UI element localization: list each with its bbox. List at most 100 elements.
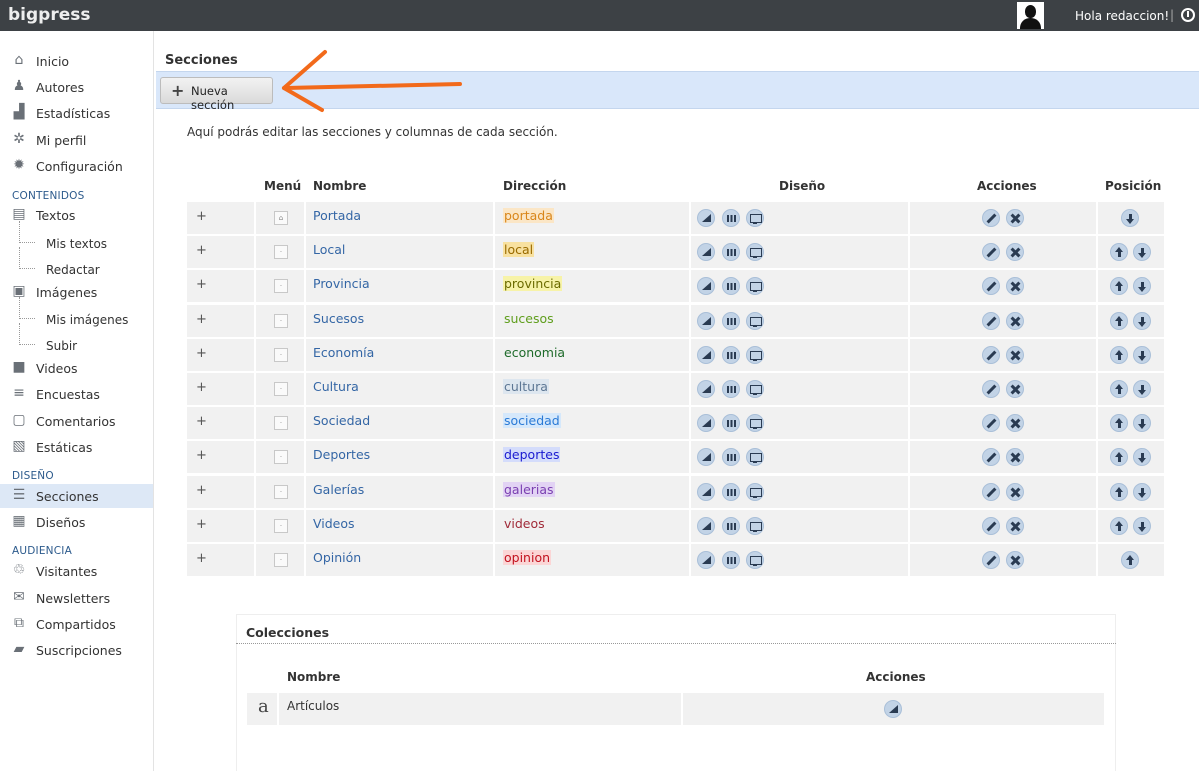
delete-icon[interactable]: [1006, 209, 1024, 227]
sidebar-item-newsletters[interactable]: ✉ Newsletters: [0, 586, 153, 610]
expand-row-icon[interactable]: +: [196, 209, 207, 224]
delete-icon[interactable]: [1006, 311, 1024, 330]
move-down-icon[interactable]: [1133, 482, 1151, 501]
sidebar-item-configuración[interactable]: ✹ Configuración: [0, 154, 153, 178]
monitor-icon[interactable]: [746, 482, 764, 501]
menu-toggle-checkbox[interactable]: ·: [274, 347, 288, 362]
monitor-icon[interactable]: [746, 516, 764, 535]
monitor-icon[interactable]: [746, 243, 764, 262]
delete-icon[interactable]: [1006, 414, 1024, 433]
sidebar-item-compartidos[interactable]: ⧉ Compartidos: [0, 612, 153, 636]
delete-icon[interactable]: [1006, 345, 1024, 364]
table-row[interactable]: + · Local local: [187, 236, 1164, 269]
design-layout-icon[interactable]: [697, 482, 715, 501]
collection-name[interactable]: Artículos: [287, 699, 339, 713]
monitor-icon[interactable]: [746, 448, 764, 467]
design-layout-icon[interactable]: [697, 311, 715, 330]
design-layout-icon[interactable]: [697, 380, 715, 398]
menu-toggle-checkbox[interactable]: ·: [274, 382, 288, 396]
monitor-icon[interactable]: [746, 380, 764, 398]
move-up-icon[interactable]: [1110, 414, 1128, 433]
delete-icon[interactable]: [1006, 448, 1024, 467]
delete-icon[interactable]: [1006, 551, 1024, 569]
edit-icon[interactable]: [982, 345, 1000, 364]
edit-icon[interactable]: [982, 414, 1000, 433]
sidebar-item-inicio[interactable]: ⌂ Inicio: [0, 49, 153, 73]
section-name-link[interactable]: Local: [313, 242, 345, 257]
move-down-icon[interactable]: [1133, 345, 1151, 364]
section-name-link[interactable]: Portada: [313, 208, 361, 223]
monitor-icon[interactable]: [746, 551, 764, 569]
expand-row-icon[interactable]: +: [196, 483, 207, 498]
expand-row-icon[interactable]: +: [196, 346, 207, 361]
move-up-icon[interactable]: [1110, 448, 1128, 467]
columns-icon[interactable]: [722, 516, 740, 535]
table-row[interactable]: a Artículos: [247, 693, 1104, 725]
edit-icon[interactable]: [982, 448, 1000, 467]
sidebar-subitem[interactable]: Subir: [0, 323, 153, 357]
table-row[interactable]: + · Cultura cultura: [187, 373, 1164, 405]
move-up-icon[interactable]: [1121, 551, 1139, 569]
columns-icon[interactable]: [722, 380, 740, 398]
sidebar-item-autores[interactable]: ♟ Autores: [0, 75, 153, 99]
move-up-icon[interactable]: [1110, 243, 1128, 262]
menu-toggle-checkbox[interactable]: ·: [274, 416, 288, 431]
columns-icon[interactable]: [722, 311, 740, 330]
brand-logo[interactable]: bigpress: [8, 5, 91, 25]
delete-icon[interactable]: [1006, 277, 1024, 296]
sidebar-item-comentarios[interactable]: ▢ Comentarios: [0, 409, 153, 433]
move-up-icon[interactable]: [1110, 345, 1128, 364]
monitor-icon[interactable]: [746, 277, 764, 296]
move-up-icon[interactable]: [1110, 277, 1128, 296]
menu-toggle-checkbox[interactable]: ·: [274, 484, 288, 499]
menu-toggle-checkbox[interactable]: ·: [274, 245, 288, 260]
avatar[interactable]: [1017, 2, 1044, 29]
edit-icon[interactable]: [982, 551, 1000, 569]
sidebar-item-estadísticas[interactable]: ▟ Estadísticas: [0, 101, 153, 125]
table-row[interactable]: + · Sucesos sucesos: [187, 304, 1164, 337]
design-layout-icon[interactable]: [697, 209, 715, 227]
move-down-icon[interactable]: [1133, 516, 1151, 535]
sidebar-item-videos[interactable]: ■ Videos: [0, 356, 153, 380]
menu-toggle-checkbox[interactable]: ·: [274, 553, 288, 567]
move-up-icon[interactable]: [1110, 380, 1128, 398]
sidebar-item-secciones[interactable]: ☰ Secciones: [0, 484, 153, 508]
sidebar-item-estáticas[interactable]: ▧ Estáticas: [0, 435, 153, 459]
expand-row-icon[interactable]: +: [196, 243, 207, 258]
move-down-icon[interactable]: [1133, 380, 1151, 398]
delete-icon[interactable]: [1006, 516, 1024, 535]
move-up-icon[interactable]: [1110, 516, 1128, 535]
table-row[interactable]: + ⌂ Portada portada: [187, 202, 1164, 234]
section-name-link[interactable]: Economía: [313, 345, 374, 360]
monitor-icon[interactable]: [746, 209, 764, 227]
logout-icon[interactable]: [1181, 8, 1195, 22]
columns-icon[interactable]: [722, 209, 740, 227]
design-layout-icon[interactable]: [697, 414, 715, 433]
columns-icon[interactable]: [722, 482, 740, 501]
sidebar-item-diseños[interactable]: ▦ Diseños: [0, 510, 153, 534]
table-row[interactable]: + · Videos videos: [187, 509, 1164, 542]
monitor-icon[interactable]: [746, 345, 764, 364]
columns-icon[interactable]: [722, 277, 740, 296]
table-row[interactable]: + · Deportes deportes: [187, 441, 1164, 474]
edit-icon[interactable]: [982, 311, 1000, 330]
sidebar-item-suscripciones[interactable]: ▰ Suscripciones: [0, 638, 153, 662]
expand-row-icon[interactable]: +: [196, 277, 207, 292]
section-name-link[interactable]: Sociedad: [313, 413, 370, 428]
design-layout-icon[interactable]: [697, 243, 715, 262]
table-row[interactable]: + · Sociedad sociedad: [187, 407, 1164, 440]
move-up-icon[interactable]: [1110, 311, 1128, 330]
monitor-icon[interactable]: [746, 414, 764, 433]
edit-icon[interactable]: [982, 243, 1000, 262]
columns-icon[interactable]: [722, 448, 740, 467]
columns-icon[interactable]: [722, 243, 740, 262]
design-layout-icon[interactable]: [697, 345, 715, 364]
move-down-icon[interactable]: [1133, 414, 1151, 433]
expand-row-icon[interactable]: +: [196, 448, 207, 463]
section-name-link[interactable]: Videos: [313, 516, 355, 531]
expand-row-icon[interactable]: +: [196, 517, 207, 532]
move-down-icon[interactable]: [1133, 277, 1151, 296]
expand-row-icon[interactable]: +: [196, 414, 207, 429]
design-layout-icon[interactable]: [697, 277, 715, 296]
columns-icon[interactable]: [722, 414, 740, 433]
